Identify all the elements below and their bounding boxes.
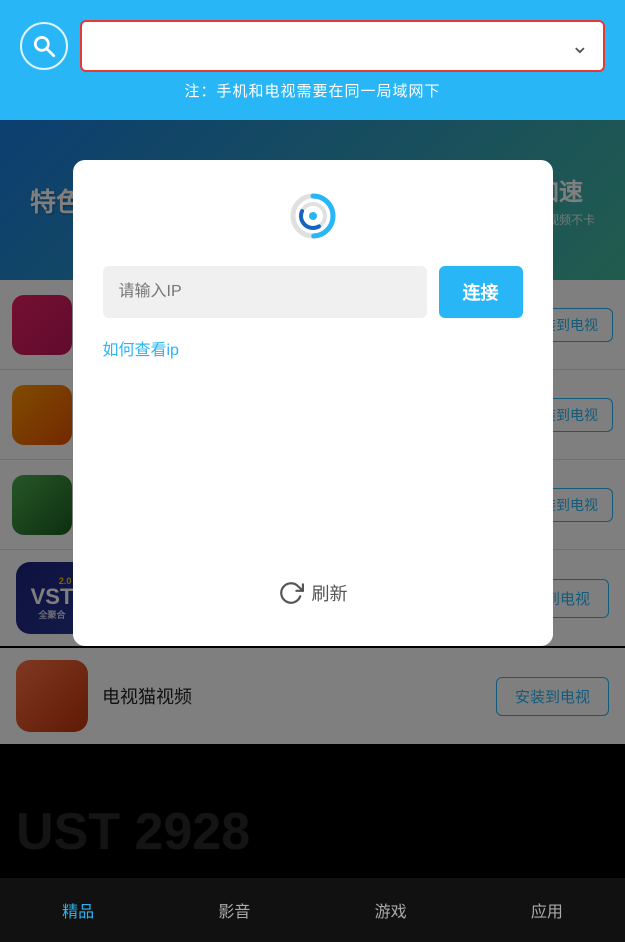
bottom-nav: 精品 影音 游戏 应用 [0, 878, 625, 942]
how-to-link[interactable]: 如何查看ip [103, 336, 179, 360]
refresh-label: 刷新 [312, 580, 348, 606]
refresh-icon [278, 580, 304, 606]
modal-overlay: 连接 如何查看ip 刷新 [0, 120, 625, 878]
nav-item-1[interactable]: 影音 [156, 898, 312, 922]
nav-item-2[interactable]: 游戏 [313, 898, 469, 922]
header-note: 注：手机和电视需要在同一局域网下 [184, 80, 440, 101]
search-icon[interactable] [20, 22, 68, 70]
header: ⌄ 注：手机和电视需要在同一局域网下 [0, 0, 625, 120]
ip-input-field[interactable] [103, 266, 427, 318]
modal-empty-area [103, 380, 523, 580]
refresh-row[interactable]: 刷新 [103, 580, 523, 606]
ip-input-row: 连接 [103, 266, 523, 318]
header-top: ⌄ [20, 20, 605, 72]
modal-loader [103, 190, 523, 242]
connect-button[interactable]: 连接 [439, 266, 523, 318]
chevron-down-icon: ⌄ [571, 33, 589, 59]
nav-item-0[interactable]: 精品 [0, 898, 156, 922]
dropdown-box[interactable]: ⌄ [80, 20, 605, 72]
connect-modal: 连接 如何查看ip 刷新 [73, 160, 553, 646]
nav-item-3[interactable]: 应用 [469, 898, 625, 922]
